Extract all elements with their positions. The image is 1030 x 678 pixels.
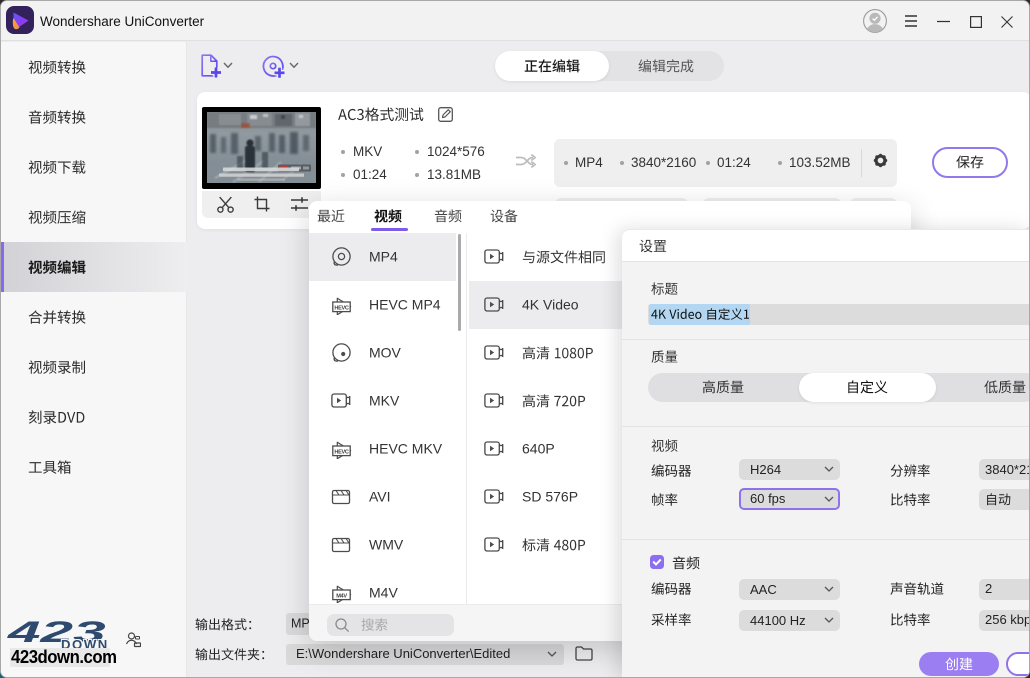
svg-text:HEVC: HEVC [334,449,349,455]
svg-text:HEVC: HEVC [334,305,349,311]
svg-text:M4V: M4V [336,593,347,599]
